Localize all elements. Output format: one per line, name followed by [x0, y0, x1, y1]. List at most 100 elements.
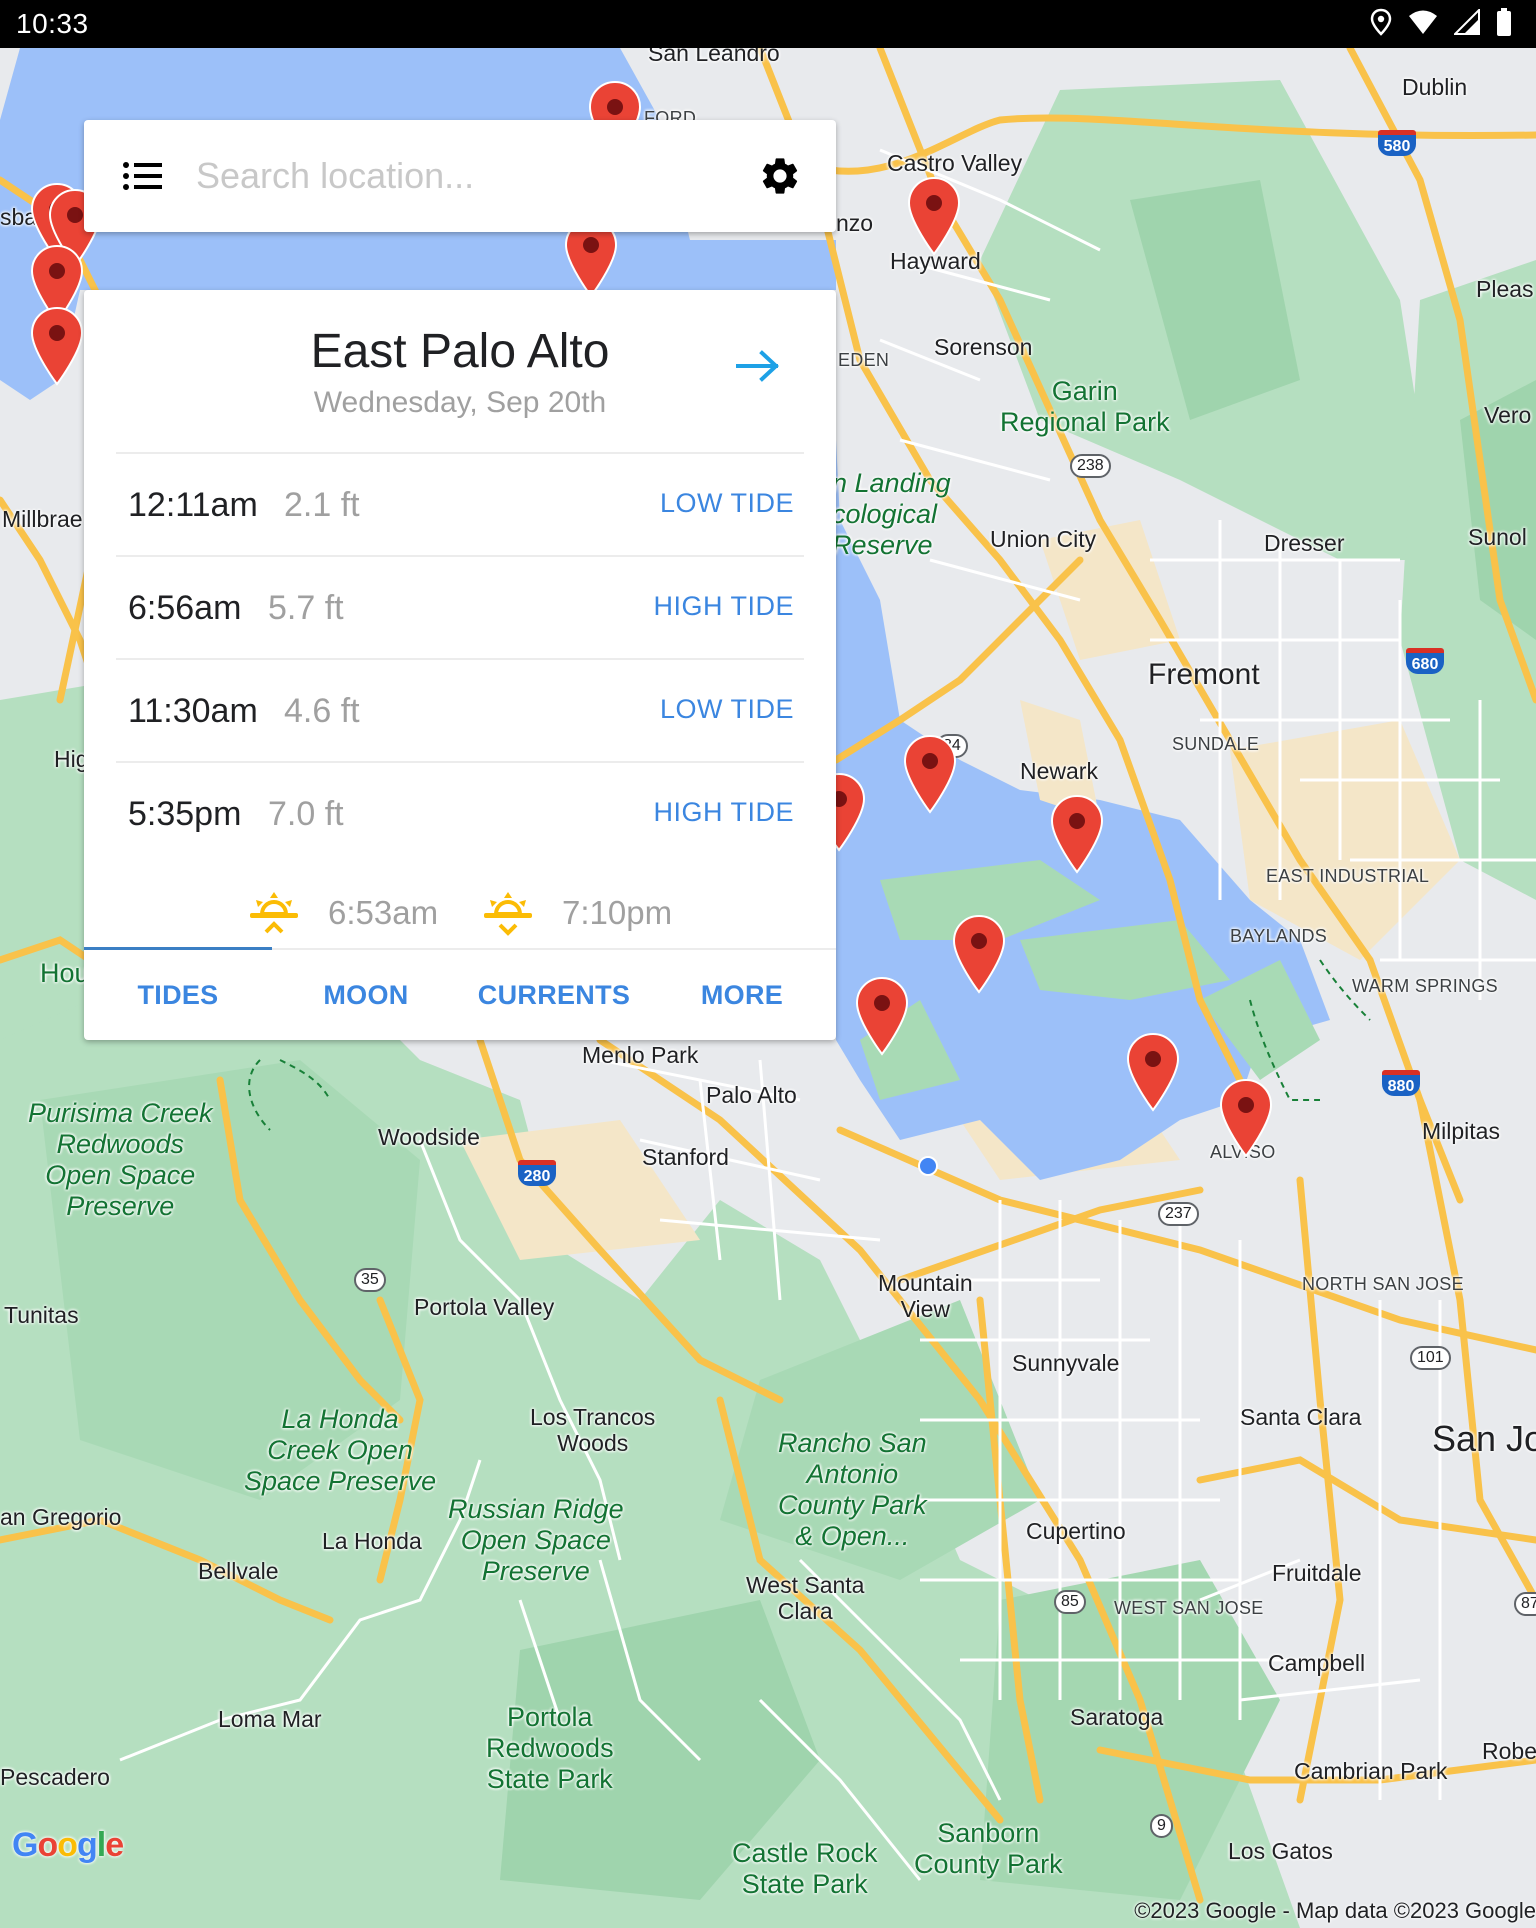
map-label: Mountain View — [878, 1270, 973, 1323]
map-label: Castro Valley — [887, 150, 1023, 176]
map-label: EDEN — [838, 350, 890, 370]
map-label: Tunitas — [4, 1302, 79, 1328]
location-icon — [1370, 8, 1392, 41]
map-label-park: Garin Regional Park — [1000, 376, 1170, 438]
wifi-icon — [1408, 9, 1438, 40]
map-label: Fruitdale — [1272, 1560, 1362, 1586]
status-icons — [1370, 7, 1512, 41]
highway-shield: 580 — [1378, 130, 1416, 156]
tab-tides[interactable]: TIDES — [84, 950, 272, 1040]
map-label: Santa Clara — [1240, 1404, 1362, 1430]
map-label: Bellvale — [198, 1558, 279, 1584]
status-bar: 10:33 — [0, 0, 1536, 48]
sunrise-icon — [250, 892, 298, 934]
map-label: Milpitas — [1422, 1118, 1500, 1144]
map-label: WARM SPRINGS — [1352, 976, 1498, 996]
map-pin-icon[interactable] — [1126, 1032, 1180, 1112]
map-label: Sunnyvale — [1012, 1350, 1120, 1376]
map-label: NORTH SAN JOSE — [1302, 1274, 1464, 1294]
tab-more[interactable]: MORE — [648, 950, 836, 1040]
list-icon[interactable] — [122, 160, 162, 192]
highway-shield: 238 — [1070, 454, 1111, 478]
sun-times: 6:53am 7:10pm — [84, 882, 836, 942]
highway-shield: 87 — [1514, 1592, 1536, 1616]
my-location-dot — [918, 1156, 938, 1176]
map-label-park: Purisima Creek Redwoods Open Space Prese… — [28, 1098, 213, 1222]
map-label: Robert — [1482, 1738, 1536, 1764]
location-title: East Palo Alto — [310, 325, 610, 378]
tide-height: 7.0 ft — [268, 795, 344, 833]
tide-row[interactable]: 11:30am 4.6 ft LOW TIDE — [116, 658, 804, 761]
signal-icon — [1452, 7, 1480, 40]
arrow-right-icon[interactable] — [732, 346, 786, 386]
sunrise-time: 6:53am — [328, 894, 439, 931]
tide-type: LOW TIDE — [659, 488, 794, 518]
map-label: Dresser — [1264, 530, 1345, 556]
highway-shield: 680 — [1406, 648, 1444, 674]
tide-row[interactable]: 6:56am 5.7 ft HIGH TIDE — [116, 555, 804, 658]
map-label: Loma Mar — [218, 1706, 322, 1732]
map-label-park: Castle Rock State Park — [732, 1838, 878, 1900]
tide-card: East Palo Alto Wednesday, Sep 20th 12:11… — [84, 290, 836, 1040]
tide-type: HIGH TIDE — [653, 591, 794, 621]
highway-shield: 101 — [1410, 1346, 1451, 1370]
highway-shield: 85 — [1054, 1590, 1086, 1614]
map-label: nzo — [836, 210, 874, 236]
map-label: SUNDALE — [1172, 734, 1260, 754]
map-label: Cupertino — [1026, 1518, 1126, 1544]
map-pin-icon[interactable] — [30, 306, 84, 386]
map-label-park: La Honda Creek Open Space Preserve — [244, 1404, 437, 1497]
search-location-input[interactable] — [196, 148, 736, 204]
tide-list: 12:11am 2.1 ft LOW TIDE 6:56am 5.7 ft HI… — [116, 452, 804, 864]
map-label: Sorenson — [934, 334, 1033, 360]
highway-shield: 237 — [1158, 1202, 1199, 1226]
tide-row[interactable]: 12:11am 2.1 ft LOW TIDE — [116, 452, 804, 555]
sunset-time: 7:10pm — [562, 894, 673, 931]
map-label: San Jo — [1432, 1418, 1536, 1459]
map-label-park: Rancho San Antonio County Park & Open... — [778, 1428, 927, 1552]
highway-shield: 35 — [354, 1268, 386, 1292]
map-label-park: Russian Ridge Open Space Preserve — [448, 1494, 624, 1587]
map-label-park: Hou — [40, 958, 90, 988]
map-copyright: ©2023 Google - Map data ©2023 Google — [1134, 1898, 1536, 1923]
map-label: Woodside — [378, 1124, 480, 1150]
map-pin-icon[interactable] — [855, 976, 909, 1056]
highway-shield: 880 — [1382, 1070, 1420, 1096]
tab-bar: TIDES MOON CURRENTS MORE — [84, 950, 836, 1040]
map-pin-icon[interactable] — [1050, 794, 1104, 874]
gear-icon[interactable] — [758, 154, 802, 198]
tide-time: 5:35pm — [128, 795, 242, 833]
map-pin-icon[interactable] — [903, 734, 957, 814]
map-label: Newark — [1020, 758, 1098, 784]
map-label: an Gregorio — [0, 1504, 122, 1530]
google-logo: Google — [12, 1826, 124, 1864]
tab-moon[interactable]: MOON — [272, 950, 460, 1040]
tide-type: LOW TIDE — [659, 694, 794, 724]
map-label: Menlo Park — [582, 1042, 699, 1068]
map-pin-icon[interactable] — [1219, 1078, 1273, 1158]
map-label: Cambrian Park — [1294, 1758, 1448, 1784]
tide-time: 12:11am — [128, 486, 258, 524]
battery-icon — [1496, 7, 1512, 41]
map-label: Saratoga — [1070, 1704, 1164, 1730]
tide-height: 4.6 ft — [284, 692, 360, 730]
tab-currents[interactable]: CURRENTS — [460, 950, 648, 1040]
map-label: Pescadero — [0, 1764, 110, 1790]
location-date: Wednesday, Sep 20th — [313, 386, 607, 419]
search-bar — [84, 120, 836, 232]
map-label: Portola Valley — [414, 1294, 555, 1320]
map-label: Los Trancos Woods — [530, 1404, 656, 1457]
map-pin-icon[interactable] — [952, 914, 1006, 994]
map-label: Dublin — [1402, 74, 1468, 100]
map-pin-icon[interactable] — [907, 176, 961, 256]
map-label: Palo Alto — [706, 1082, 797, 1108]
map-label-park: Portola Redwoods State Park — [486, 1702, 614, 1795]
map-label: Union City — [990, 526, 1097, 552]
tide-height: 2.1 ft — [284, 486, 360, 524]
map-label: La Honda — [322, 1528, 422, 1554]
tide-type: HIGH TIDE — [653, 797, 794, 827]
map-label: EAST INDUSTRIAL — [1266, 866, 1430, 886]
map-label: Pleas — [1476, 276, 1534, 302]
tide-row[interactable]: 5:35pm 7.0 ft HIGH TIDE — [116, 761, 804, 864]
map-label: Fremont — [1148, 658, 1260, 691]
